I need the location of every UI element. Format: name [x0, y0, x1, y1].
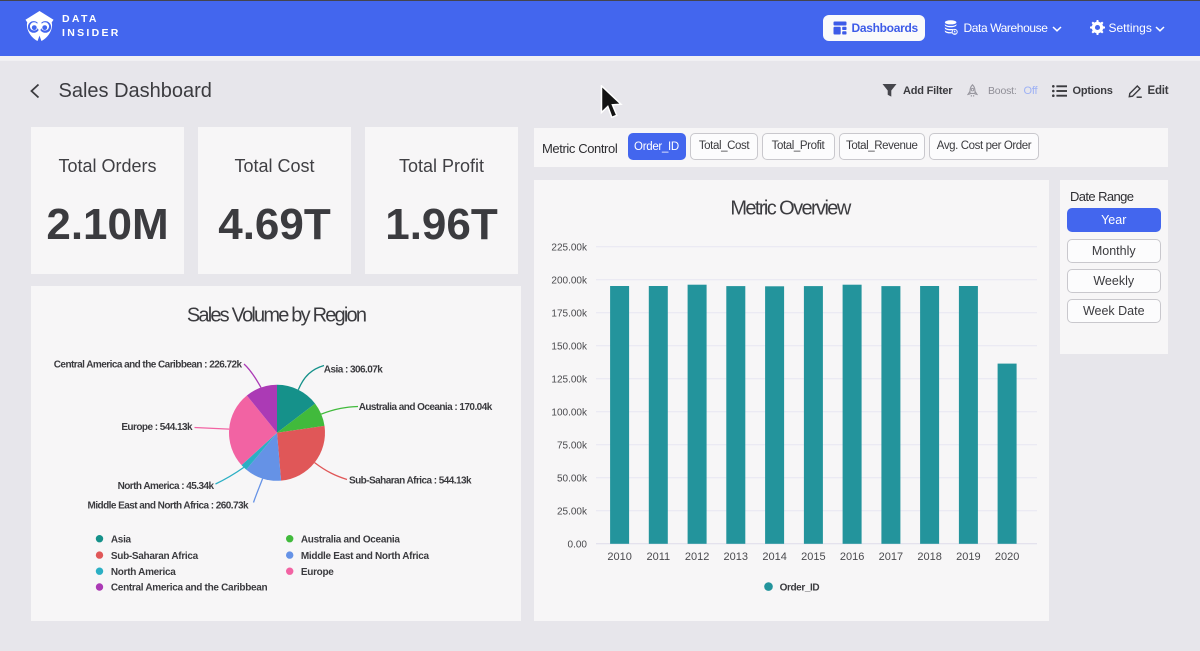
svg-text:Europe: Europe — [301, 567, 334, 578]
svg-text:2015: 2015 — [801, 551, 825, 563]
svg-text:75.00k: 75.00k — [557, 440, 588, 451]
svg-text:Asia: Asia — [111, 534, 132, 545]
svg-text:Australia and Oceania : 170.04: Australia and Oceania : 170.04k — [359, 402, 493, 413]
svg-text:2017: 2017 — [879, 551, 903, 563]
svg-text:Sales Volume by Region: Sales Volume by Region — [187, 305, 366, 327]
svg-text:100.00k: 100.00k — [551, 407, 588, 418]
svg-text:Middle East and North Africa: Middle East and North Africa — [301, 551, 430, 562]
svg-text:Asia : 306.07k: Asia : 306.07k — [324, 365, 383, 376]
svg-text:Central America and the Caribb: Central America and the Caribbean — [111, 583, 268, 594]
svg-text:North America: North America — [111, 567, 176, 578]
svg-text:225.00k: 225.00k — [551, 242, 588, 253]
svg-text:Central America and the Caribb: Central America and the Caribbean : 226.… — [54, 360, 243, 371]
svg-text:2014: 2014 — [762, 551, 786, 563]
svg-text:Europe : 544.13k: Europe : 544.13k — [121, 422, 193, 433]
svg-text:2018: 2018 — [917, 551, 941, 563]
svg-text:2013: 2013 — [724, 551, 748, 563]
svg-text:2011: 2011 — [646, 551, 670, 563]
svg-text:200.00k: 200.00k — [551, 275, 588, 286]
svg-text:2010: 2010 — [607, 551, 631, 563]
svg-text:North America : 45.34k: North America : 45.34k — [118, 481, 215, 492]
svg-text:2020: 2020 — [995, 551, 1019, 563]
svg-text:0.00: 0.00 — [568, 539, 588, 550]
svg-text:Australia and Oceania: Australia and Oceania — [301, 534, 400, 545]
svg-text:Sub-Saharan Africa : 544.13k: Sub-Saharan Africa : 544.13k — [349, 476, 472, 487]
svg-text:150.00k: 150.00k — [551, 341, 588, 352]
svg-text:2016: 2016 — [840, 551, 864, 563]
svg-text:175.00k: 175.00k — [551, 308, 588, 319]
svg-text:Middle East and North Africa :: Middle East and North Africa : 260.73k — [88, 501, 249, 512]
svg-text:2012: 2012 — [685, 551, 709, 563]
svg-text:25.00k: 25.00k — [557, 506, 588, 517]
svg-text:Sub-Saharan Africa: Sub-Saharan Africa — [111, 551, 199, 562]
svg-text:Metric Overview: Metric Overview — [730, 198, 852, 220]
svg-text:125.00k: 125.00k — [551, 374, 588, 385]
svg-text:Order_ID: Order_ID — [780, 582, 820, 593]
svg-text:50.00k: 50.00k — [557, 473, 588, 484]
svg-text:2019: 2019 — [956, 551, 980, 563]
